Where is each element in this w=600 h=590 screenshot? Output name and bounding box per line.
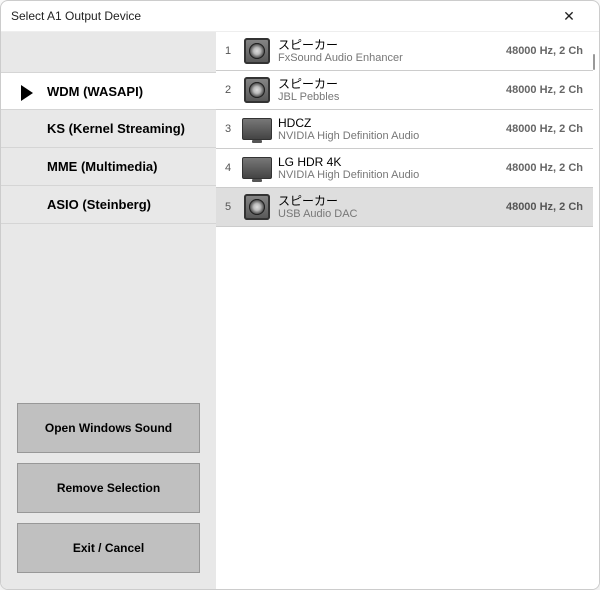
monitor-icon xyxy=(240,118,274,140)
api-item-label: WDM (WASAPI) xyxy=(47,84,143,99)
device-info: 48000 Hz, 2 Ch xyxy=(506,201,583,213)
device-desc: FxSound Audio Enhancer xyxy=(278,52,506,65)
device-name: スピーカー xyxy=(278,38,506,52)
monitor-icon xyxy=(240,157,274,179)
remove-selection-button[interactable]: Remove Selection xyxy=(17,463,200,513)
device-text: LG HDR 4KNVIDIA High Definition Audio xyxy=(274,155,506,182)
window: Select A1 Output Device ✕ WDM (WASAPI) KS… xyxy=(0,0,600,590)
device-text: HDCZNVIDIA High Definition Audio xyxy=(274,116,506,143)
device-name: LG HDR 4K xyxy=(278,155,506,169)
api-item[interactable]: ASIO (Steinberg) xyxy=(1,186,216,224)
device-index: 1 xyxy=(216,45,240,57)
close-icon[interactable]: ✕ xyxy=(547,8,591,25)
speaker-icon xyxy=(240,38,274,64)
speaker-icon xyxy=(240,194,274,220)
device-text: スピーカーUSB Audio DAC xyxy=(274,194,506,221)
api-item-label: KS (Kernel Streaming) xyxy=(47,121,185,136)
content: WDM (WASAPI) KS (Kernel Streaming) MME (Mu… xyxy=(1,32,599,589)
window-title: Select A1 Output Device xyxy=(11,9,547,23)
device-item[interactable]: 1 スピーカーFxSound Audio Enhancer48000 Hz, 2 … xyxy=(216,32,593,71)
device-item[interactable]: 3 HDCZNVIDIA High Definition Audio48000 H… xyxy=(216,110,593,149)
titlebar: Select A1 Output Device ✕ xyxy=(1,1,599,32)
play-arrow-icon xyxy=(21,85,33,101)
device-info: 48000 Hz, 2 Ch xyxy=(506,45,583,57)
device-panel: 1スピーカーFxSound Audio Enhancer48000 Hz, 2 … xyxy=(216,32,599,589)
device-name: スピーカー xyxy=(278,77,506,91)
open-windows-sound-button[interactable]: Open Windows Sound xyxy=(17,403,200,453)
api-item-label: ASIO (Steinberg) xyxy=(47,197,151,212)
device-desc: NVIDIA High Definition Audio xyxy=(278,169,506,182)
speaker-icon xyxy=(240,77,274,103)
api-item[interactable]: WDM (WASAPI) xyxy=(1,72,216,110)
device-name: スピーカー xyxy=(278,194,506,208)
device-info: 48000 Hz, 2 Ch xyxy=(506,162,583,174)
device-desc: NVIDIA High Definition Audio xyxy=(278,130,506,143)
device-index: 5 xyxy=(216,201,240,213)
sidebar: WDM (WASAPI) KS (Kernel Streaming) MME (Mu… xyxy=(1,32,216,589)
device-item[interactable]: 2 スピーカーJBL Pebbles48000 Hz, 2 Ch xyxy=(216,71,593,110)
device-desc: USB Audio DAC xyxy=(278,208,506,221)
device-text: スピーカーJBL Pebbles xyxy=(274,77,506,104)
api-item[interactable]: KS (Kernel Streaming) xyxy=(1,110,216,148)
exit-cancel-button[interactable]: Exit / Cancel xyxy=(17,523,200,573)
device-info: 48000 Hz, 2 Ch xyxy=(506,123,583,135)
device-index: 3 xyxy=(216,123,240,135)
device-desc: JBL Pebbles xyxy=(278,91,506,104)
device-item[interactable]: 4 LG HDR 4KNVIDIA High Definition Audio48… xyxy=(216,149,593,188)
api-list: WDM (WASAPI) KS (Kernel Streaming) MME (Mu… xyxy=(1,72,216,224)
device-info: 48000 Hz, 2 Ch xyxy=(506,84,583,96)
device-index: 4 xyxy=(216,162,240,174)
device-text: スピーカーFxSound Audio Enhancer xyxy=(274,38,506,65)
device-list: 1スピーカーFxSound Audio Enhancer48000 Hz, 2 … xyxy=(216,32,599,589)
device-name: HDCZ xyxy=(278,116,506,130)
scroll-indicator[interactable] xyxy=(593,54,595,70)
device-item[interactable]: 5 スピーカーUSB Audio DAC48000 Hz, 2 Ch xyxy=(216,188,593,227)
api-item[interactable]: MME (Multimedia) xyxy=(1,148,216,186)
device-index: 2 xyxy=(216,84,240,96)
api-item-label: MME (Multimedia) xyxy=(47,159,158,174)
sidebar-buttons: Open Windows Sound Remove Selection Exit… xyxy=(1,393,216,589)
